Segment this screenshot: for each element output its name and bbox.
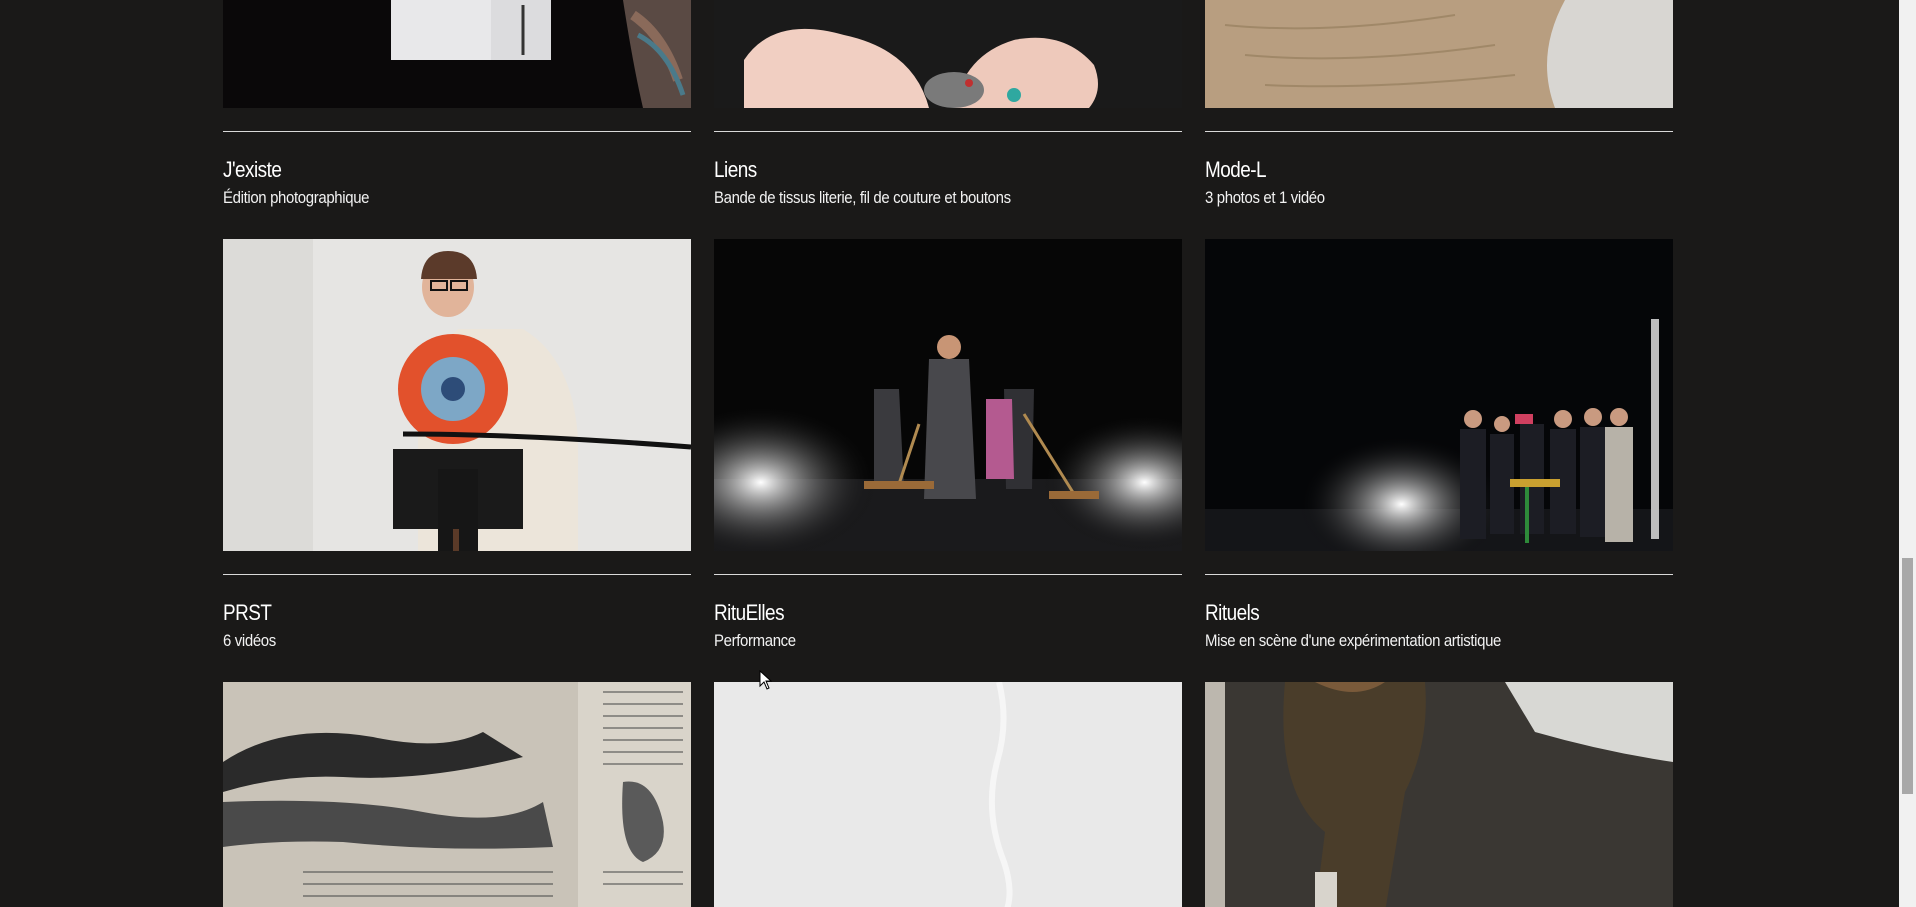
project-subtitle: Édition photographique [223, 188, 370, 207]
project-thumbnail-jexiste[interactable] [223, 0, 691, 108]
project-subtitle: 6 vidéos [223, 631, 276, 650]
project-card-liens[interactable]: Liens Bande de tissus literie, fil de co… [714, 0, 1182, 239]
project-grid: J'existe Édition photographique Liens Ba… [223, 0, 1673, 907]
project-subtitle: Mise en scène d'une expérimentation arti… [1205, 631, 1502, 650]
project-title[interactable]: J'existe [223, 157, 625, 183]
project-title[interactable]: Mode-L [1205, 157, 1607, 183]
project-card-jexiste[interactable]: J'existe Édition photographique [223, 0, 691, 239]
project-card-row3-1[interactable] [223, 682, 691, 907]
project-thumbnail-rituelles[interactable] [714, 239, 1182, 551]
project-thumbnail-street[interactable] [1205, 682, 1673, 907]
project-subtitle: Bande de tissus literie, fil de couture … [714, 188, 1011, 207]
project-card-rituelles[interactable]: RituElles Performance [714, 239, 1182, 682]
scrollbar-thumb[interactable] [1902, 558, 1913, 794]
project-thumbnail-rituels[interactable] [1205, 239, 1673, 551]
project-card-prst[interactable]: PRST 6 vidéos [223, 239, 691, 682]
project-subtitle: 3 photos et 1 vidéo [1205, 188, 1325, 207]
mouse-cursor-icon [759, 670, 773, 690]
project-card-row3-2[interactable] [714, 682, 1182, 907]
page: J'existe Édition photographique Liens Ba… [0, 0, 1916, 907]
project-title[interactable]: Liens [714, 157, 1116, 183]
project-card-rituels[interactable]: Rituels Mise en scène d'une expérimentat… [1205, 239, 1673, 682]
project-card-mode-l[interactable]: Mode-L 3 photos et 1 vidéo [1205, 0, 1673, 239]
project-subtitle: Performance [714, 631, 796, 650]
project-thumbnail-mode-l[interactable] [1205, 0, 1673, 108]
vertical-scrollbar[interactable] [1899, 0, 1916, 907]
project-thumbnail-liens[interactable] [714, 0, 1182, 108]
project-title[interactable]: PRST [223, 600, 625, 626]
project-thumbnail-collage[interactable] [223, 682, 691, 907]
project-thumbnail-prst[interactable] [223, 239, 691, 551]
project-title[interactable]: RituElles [714, 600, 1116, 626]
project-thumbnail-white[interactable] [714, 682, 1182, 907]
project-title[interactable]: Rituels [1205, 600, 1607, 626]
project-card-row3-3[interactable] [1205, 682, 1673, 907]
